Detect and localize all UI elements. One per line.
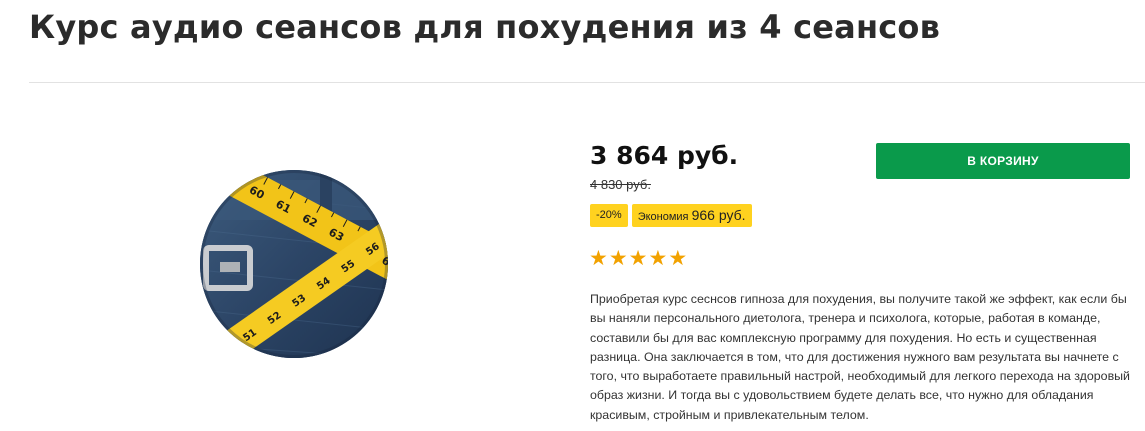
discount-badge: -20%: [590, 204, 628, 227]
discount-badges: -20% Экономия 966 руб.: [590, 204, 752, 227]
star-icon: ★: [628, 246, 648, 270]
add-to-cart-button[interactable]: В КОРЗИНУ: [876, 143, 1130, 179]
page-title: Курс аудио сеансов для похудения из 4 се…: [29, 8, 941, 46]
savings-label: Экономия: [637, 211, 689, 223]
title-divider: [29, 82, 1145, 83]
star-icon: ★: [648, 246, 668, 270]
current-price: 3 864 руб.: [590, 141, 739, 170]
rating-stars: ★ ★ ★ ★ ★: [589, 246, 687, 270]
savings-badge: Экономия 966 руб.: [631, 204, 752, 227]
product-image[interactable]: 59 60 61 62 63 64 65: [200, 170, 388, 358]
star-icon: ★: [608, 246, 628, 270]
svg-text:59: 59: [220, 170, 240, 188]
product-image-illustration: 59 60 61 62 63 64 65: [200, 170, 388, 358]
star-icon: ★: [668, 246, 688, 270]
product-description: Приобретая курс сеснсов гипноза для поху…: [590, 292, 1130, 422]
savings-amount: 966 руб.: [691, 207, 746, 223]
star-icon: ★: [589, 246, 608, 270]
old-price: 4 830 руб.: [590, 177, 651, 192]
product-page: Курс аудио сеансов для похудения из 4 се…: [0, 0, 1145, 431]
